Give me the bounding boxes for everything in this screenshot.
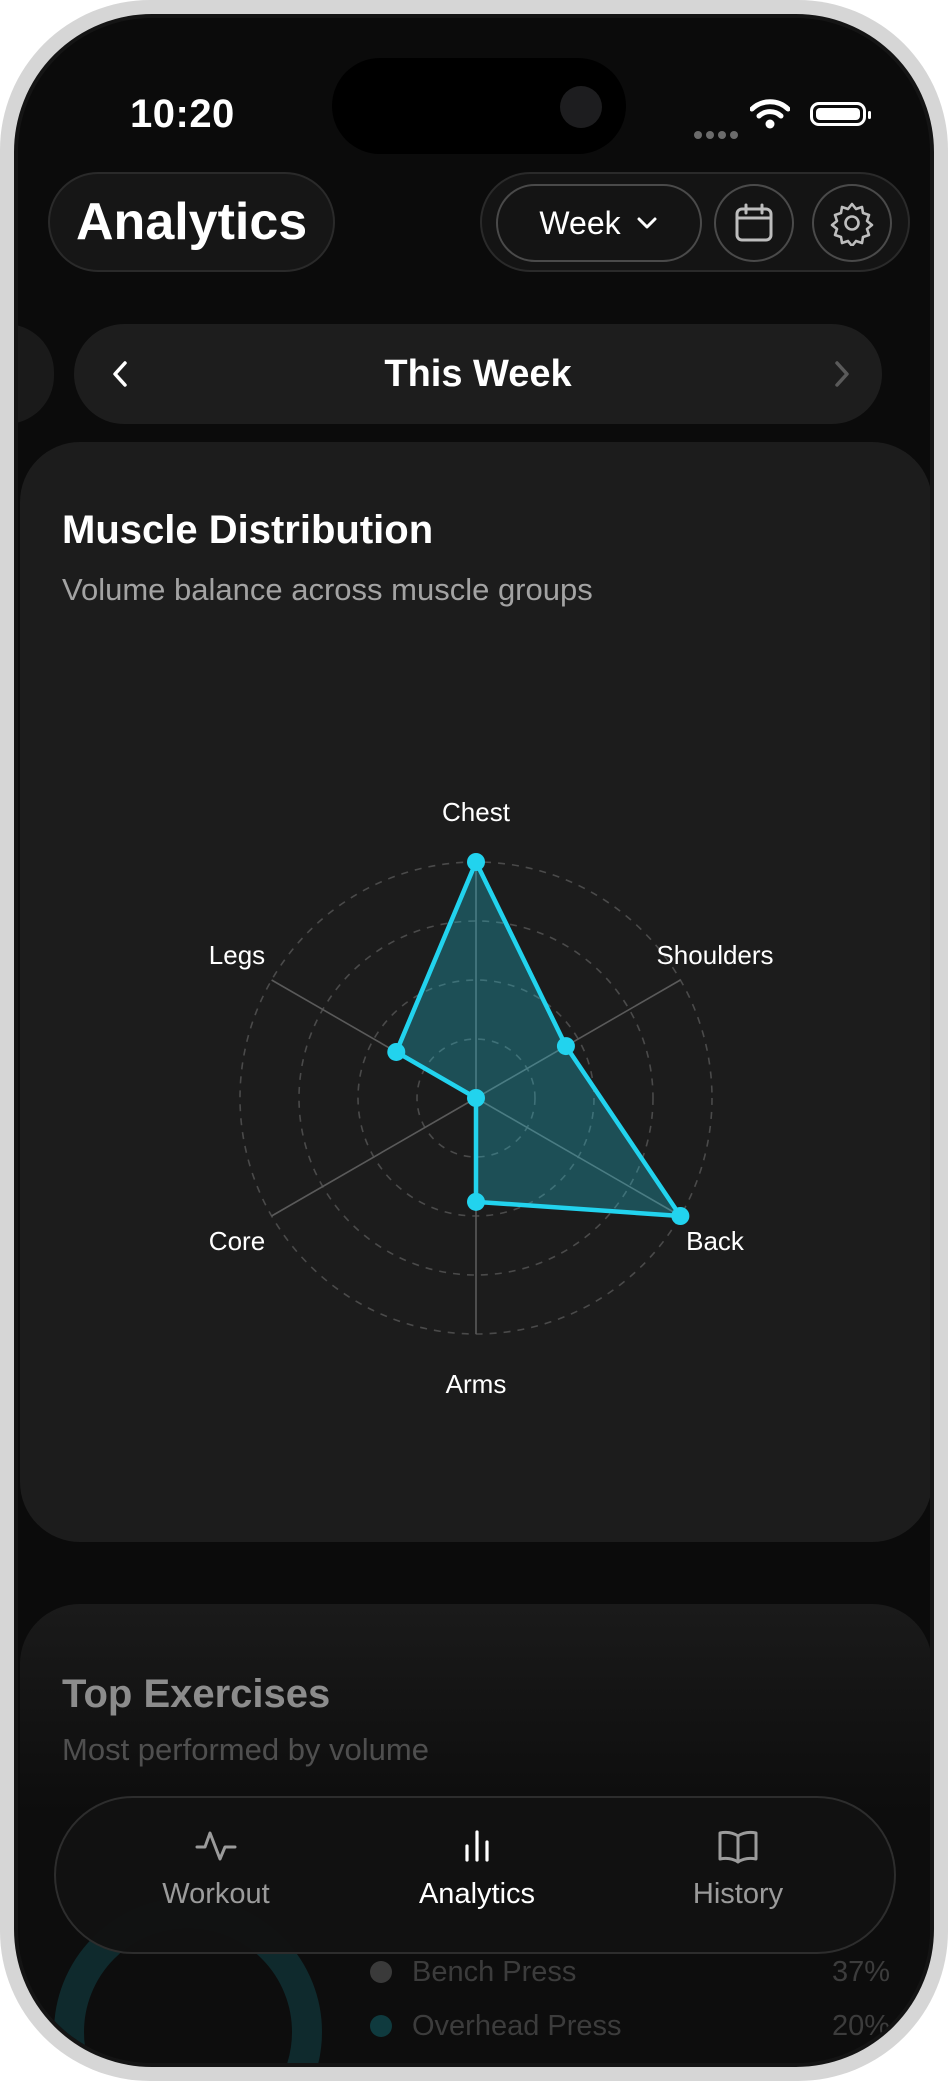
calendar-button[interactable] [714, 184, 794, 262]
bottom-tab-bar: Workout Analytics History [54, 1796, 896, 1954]
radar-chart: Chest Shoulders Back Arms Core Legs [209, 797, 774, 1399]
radar-data-point [387, 1042, 406, 1061]
tab-history[interactable]: History [628, 1826, 848, 1911]
calendar-icon [735, 203, 773, 242]
exercise-percent: 37% [831, 1955, 890, 1988]
radar-axis-label: Arms [446, 1369, 507, 1399]
activity-icon [195, 1831, 237, 1861]
exercise-name: Bench Press [412, 1955, 577, 1988]
period-label: This Week [384, 352, 572, 395]
radar-data-point [556, 1037, 575, 1056]
card-title: Top Exercises [62, 1672, 331, 1716]
bar-chart-icon [465, 1830, 489, 1862]
exercise-percent: 20% [831, 2009, 890, 2042]
exercise-legend-item: Overhead Press 20% [370, 2006, 890, 2046]
radar-series-area [394, 859, 683, 1219]
device-frame: 10:20 Analytics Week This Week Muscle Di… [0, 0, 948, 2081]
radar-axis-label: Chest [442, 797, 511, 827]
next-period-button[interactable] [816, 348, 868, 400]
book-icon [718, 1830, 758, 1864]
radar-axis-label: Back [686, 1226, 745, 1256]
legend-dot [370, 2015, 392, 2037]
radar-data-point [671, 1207, 690, 1225]
period-select-button[interactable]: Week [496, 184, 702, 262]
tab-label: Analytics [418, 1878, 536, 1910]
tab-analytics[interactable]: Analytics [367, 1826, 587, 1911]
radar-axis-label: Core [209, 1226, 265, 1256]
wifi-icon [750, 99, 790, 129]
radar-axis-label: Shoulders [656, 940, 773, 970]
radar-axis-line [271, 1097, 477, 1217]
chevron-right-icon [835, 361, 849, 387]
tab-workout[interactable]: Workout [106, 1826, 326, 1911]
camera-icon [560, 86, 602, 128]
previous-period-button[interactable] [94, 348, 146, 400]
gear-icon [830, 202, 874, 246]
battery-icon [810, 102, 871, 126]
dynamic-island [332, 58, 626, 154]
exercise-legend-item: Bench Press 37% [370, 1952, 890, 1992]
tab-label: History [692, 1878, 784, 1910]
header-controls: Week [480, 172, 910, 272]
radar-data-point [467, 1192, 485, 1211]
card-subtitle: Most performed by volume [62, 1732, 429, 1767]
period-select-label: Week [539, 204, 621, 241]
cellular-signal-icon [694, 126, 742, 144]
chevron-down-icon [637, 217, 657, 229]
tab-label: Workout [162, 1878, 270, 1910]
muscle-distribution-card: Muscle Distribution Volume balance acros… [20, 442, 930, 1542]
radar-data-point [467, 853, 485, 871]
chevron-left-icon [113, 361, 127, 387]
settings-button[interactable] [812, 184, 892, 262]
radar-axis-label: Legs [209, 940, 265, 970]
screen: 10:20 Analytics Week This Week Muscle Di… [14, 14, 934, 2067]
status-time: 10:20 [130, 92, 235, 136]
exercise-name: Overhead Press [412, 2009, 622, 2042]
period-navigator: This Week [74, 324, 882, 424]
previous-period-card [18, 324, 54, 424]
legend-dot [370, 1961, 392, 1983]
page-title: Analytics [48, 172, 336, 272]
radar-data-point [467, 1089, 485, 1107]
